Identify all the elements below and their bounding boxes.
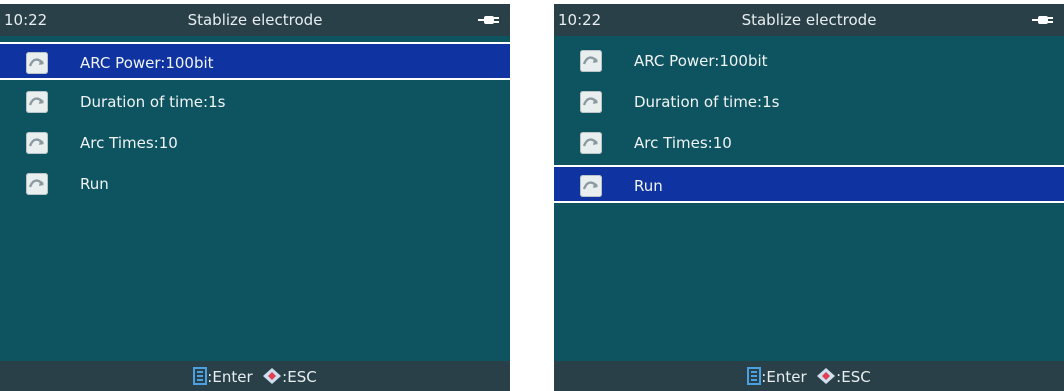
menu-item-label: Run — [80, 175, 109, 193]
esc-hint-label: :ESC — [836, 368, 871, 386]
plug-icon — [478, 16, 499, 24]
enter-hint-label: :Enter — [761, 368, 807, 386]
menu-item-run[interactable]: Run — [554, 165, 1064, 203]
arc-curve-icon — [26, 91, 48, 113]
esc-diamond-icon — [817, 368, 836, 384]
menu-item-duration[interactable]: Duration of time:1s — [0, 83, 510, 121]
menu-item-duration[interactable]: Duration of time:1s — [554, 83, 1064, 121]
esc-diamond-icon — [263, 368, 282, 384]
menu-item-label: Duration of time:1s — [80, 93, 226, 111]
arc-curve-icon — [580, 91, 602, 113]
enter-key-icon — [747, 367, 762, 385]
hint-bar: :Enter :ESC — [0, 361, 510, 391]
arc-curve-icon — [580, 132, 602, 154]
esc-hint-label: :ESC — [282, 368, 317, 386]
menu-item-label: Arc Times:10 — [80, 134, 178, 152]
device-screen-left: 10:22 Stablize electrode ARC Power:100bi… — [0, 4, 510, 391]
device-screen-right: 10:22 Stablize electrode ARC Power:100bi… — [554, 4, 1064, 391]
key-hints: :Enter :ESC — [554, 367, 1064, 386]
menu-item-arc-power[interactable]: ARC Power:100bit — [0, 42, 510, 80]
arc-curve-icon — [26, 52, 48, 74]
arc-curve-icon — [26, 173, 48, 195]
settings-menu: ARC Power:100bit Duration of time:1s Arc… — [0, 42, 510, 206]
menu-item-label: ARC Power:100bit — [634, 52, 768, 70]
status-bar: 10:22 Stablize electrode — [554, 4, 1064, 36]
menu-item-arc-times[interactable]: Arc Times:10 — [554, 124, 1064, 162]
screen-title: Stablize electrode — [187, 11, 323, 29]
menu-item-label: Run — [634, 177, 663, 195]
menu-item-run[interactable]: Run — [0, 165, 510, 203]
key-hints: :Enter :ESC — [0, 367, 510, 386]
enter-hint-label: :Enter — [207, 368, 253, 386]
hint-bar: :Enter :ESC — [554, 361, 1064, 391]
menu-item-arc-power[interactable]: ARC Power:100bit — [554, 42, 1064, 80]
menu-item-label: Arc Times:10 — [634, 134, 732, 152]
menu-item-label: ARC Power:100bit — [80, 54, 214, 72]
arc-curve-icon — [580, 50, 602, 72]
settings-menu: ARC Power:100bit Duration of time:1s Arc… — [554, 42, 1064, 206]
menu-item-label: Duration of time:1s — [634, 93, 780, 111]
plug-icon — [1032, 16, 1053, 24]
status-bar: 10:22 Stablize electrode — [0, 4, 510, 36]
menu-item-arc-times[interactable]: Arc Times:10 — [0, 124, 510, 162]
arc-curve-icon — [580, 175, 602, 197]
enter-key-icon — [193, 367, 208, 385]
screen-title: Stablize electrode — [741, 11, 877, 29]
arc-curve-icon — [26, 132, 48, 154]
